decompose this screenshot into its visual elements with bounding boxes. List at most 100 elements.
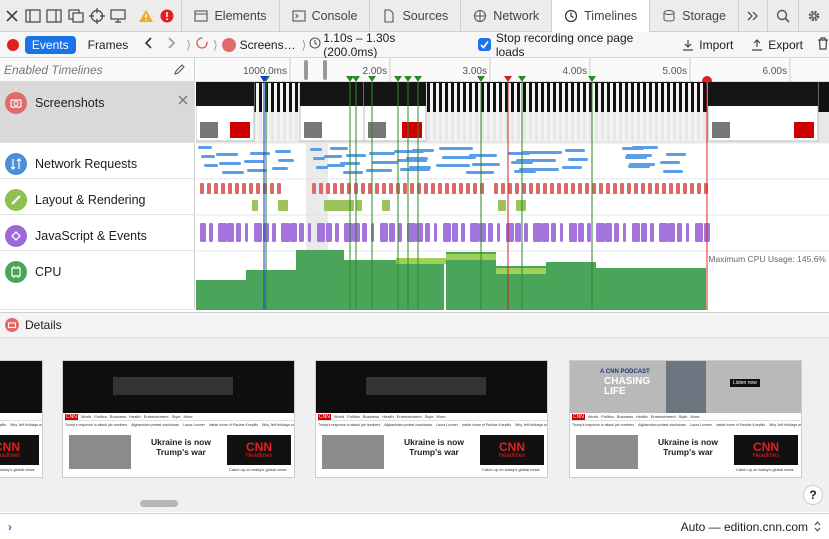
layout-event-bar — [536, 183, 540, 194]
screenshot-frame[interactable]: CNNWorldPoliticsBusinessHealthEntertainm… — [0, 360, 43, 478]
tab-label: Sources — [402, 8, 449, 23]
rendering-event-bar — [252, 200, 258, 211]
crosshair-icon[interactable] — [87, 4, 106, 28]
frame-tickers: Trump's response to attack job numbersAf… — [63, 421, 294, 433]
events-toggle[interactable]: Events — [24, 35, 76, 54]
javascript-event-bar — [200, 223, 206, 242]
screenshot-tick — [544, 83, 547, 141]
device-icon[interactable] — [109, 4, 128, 28]
timeline-tracks[interactable]: Maximum CPU Usage: 145.6% — [196, 82, 829, 310]
timeline-reload-icon — [195, 36, 209, 53]
network-request-bar — [412, 149, 434, 152]
ruler-tick-label: 2.00s — [363, 66, 387, 77]
layout-event-bar — [228, 183, 232, 194]
javascript-event-bar — [245, 223, 248, 242]
export-button[interactable]: Export — [751, 38, 803, 52]
screenshot-tick — [448, 83, 451, 141]
javascript-event-bar — [506, 223, 514, 242]
screenshot-frame[interactable]: CNNWorldPoliticsBusinessHealthEntertainm… — [315, 360, 548, 478]
frame-ticker: Why Jeff Holidays went — [10, 423, 42, 427]
timeline-row-layout-rendering[interactable]: Layout & Rendering — [0, 179, 195, 215]
timeline-row-network-requests[interactable]: Network Requests — [0, 143, 195, 179]
prompt-chevron-icon[interactable]: › — [8, 520, 12, 534]
tab-network[interactable]: Network — [460, 0, 551, 32]
network-request-bar — [201, 155, 215, 158]
layout-event-bar — [662, 183, 666, 194]
javascript-event-bar — [623, 223, 626, 242]
layout-event-bar — [592, 183, 596, 194]
layout-event-bar — [375, 183, 379, 194]
script-icon — [5, 225, 27, 247]
details-header[interactable]: Details — [0, 312, 829, 338]
gear-icon[interactable] — [797, 0, 829, 32]
tab-label: Console — [311, 8, 358, 23]
screenshot-strip[interactable]: CNNWorldPoliticsBusinessHealthEntertainm… — [0, 338, 829, 512]
tab-storage[interactable]: Storage — [649, 0, 738, 32]
close-icon[interactable] — [178, 94, 188, 108]
tab-elements[interactable]: Elements — [181, 0, 278, 32]
javascript-event-bar — [677, 223, 682, 242]
layout-event-bar — [361, 183, 365, 194]
tab-timelines[interactable]: Timelines — [551, 0, 650, 32]
more-tabs-icon[interactable] — [737, 0, 767, 32]
edit-pencil-icon[interactable] — [173, 63, 186, 79]
cpu-max-label: Maximum CPU Usage: 145.6% — [708, 254, 826, 264]
frame-nav: CNNWorldPoliticsBusinessHealthEntertainm… — [63, 413, 294, 421]
stop-recording-checkbox[interactable]: Stop recording once page loads — [477, 31, 664, 59]
error-icon[interactable] — [157, 4, 176, 28]
network-request-bar — [324, 155, 342, 158]
record-button[interactable] — [7, 38, 19, 51]
screenshot-tick — [622, 83, 625, 141]
screenshot-frame[interactable]: CNNWorldPoliticsBusinessHealthEntertainm… — [62, 360, 295, 478]
tab-sources[interactable]: Sources — [369, 0, 460, 32]
forward-icon[interactable] — [160, 37, 184, 52]
help-icon[interactable]: ? — [803, 485, 823, 505]
import-button[interactable]: Import — [682, 38, 733, 52]
frames-toggle[interactable]: Frames — [80, 38, 137, 52]
timeline-row-javascript-events[interactable]: JavaScript & Events — [0, 215, 195, 251]
tab-console[interactable]: Console — [278, 0, 370, 32]
time-ruler[interactable]: 1000.0ms 2.00s 3.00s 4.00s 5.00s 6.00s — [196, 58, 829, 86]
horizontal-scrollbar[interactable] — [140, 500, 178, 507]
javascript-event-bar — [281, 223, 290, 242]
screenshot-tick — [484, 83, 487, 141]
undock-icon[interactable] — [66, 4, 85, 28]
network-request-bar — [278, 159, 294, 162]
warning-icon[interactable] — [136, 4, 155, 28]
enabled-timelines-label: Enabled Timelines — [4, 62, 103, 77]
close-icon[interactable] — [2, 4, 21, 28]
screenshot-frame[interactable]: A CNN PODCAST CHASING LIFE Listen now CNN Wo… — [569, 360, 802, 478]
screenshot-tick — [598, 83, 601, 141]
dock-right-icon[interactable] — [45, 4, 64, 28]
frame-headline: Ukraine is now Trump's war — [151, 437, 211, 457]
rendering-event-bar — [382, 200, 390, 211]
search-icon[interactable] — [766, 0, 798, 32]
frame-nav-item: Health — [636, 414, 648, 419]
screenshot-tick — [430, 83, 433, 141]
network-request-bar — [310, 148, 322, 151]
frame-nav-item: More — [183, 414, 193, 419]
frame-nav-item: Business — [616, 414, 634, 419]
selected-range[interactable]: 1.10s – 1.30s (200.0ms) — [323, 31, 452, 59]
javascript-event-bar — [398, 223, 402, 242]
timeline-row-cpu[interactable]: CPU — [0, 251, 195, 310]
layout-event-bar — [627, 183, 631, 194]
frame-nav-item: World — [333, 414, 345, 419]
screenshot-tick — [502, 83, 505, 141]
enabled-timelines-header: Enabled Timelines — [0, 58, 194, 82]
execution-context-select[interactable]: Auto — edition.cnn.com — [681, 520, 821, 534]
import-label: Import — [699, 37, 734, 52]
breadcrumb-screenshots[interactable]: Screens… — [240, 38, 296, 52]
timeline-row-screenshots[interactable]: Screenshots — [0, 82, 195, 143]
javascript-event-bar — [578, 223, 584, 242]
checkmark-icon — [477, 38, 491, 51]
dock-left-icon[interactable] — [23, 4, 42, 28]
cpu-icon — [5, 261, 27, 283]
layout-event-bar — [648, 183, 652, 194]
trash-icon[interactable] — [817, 36, 829, 53]
frame-banner — [63, 361, 294, 413]
screenshot-tick — [580, 83, 583, 141]
back-icon[interactable] — [136, 37, 160, 52]
network-request-bar — [216, 153, 238, 156]
network-request-bar — [313, 157, 325, 160]
